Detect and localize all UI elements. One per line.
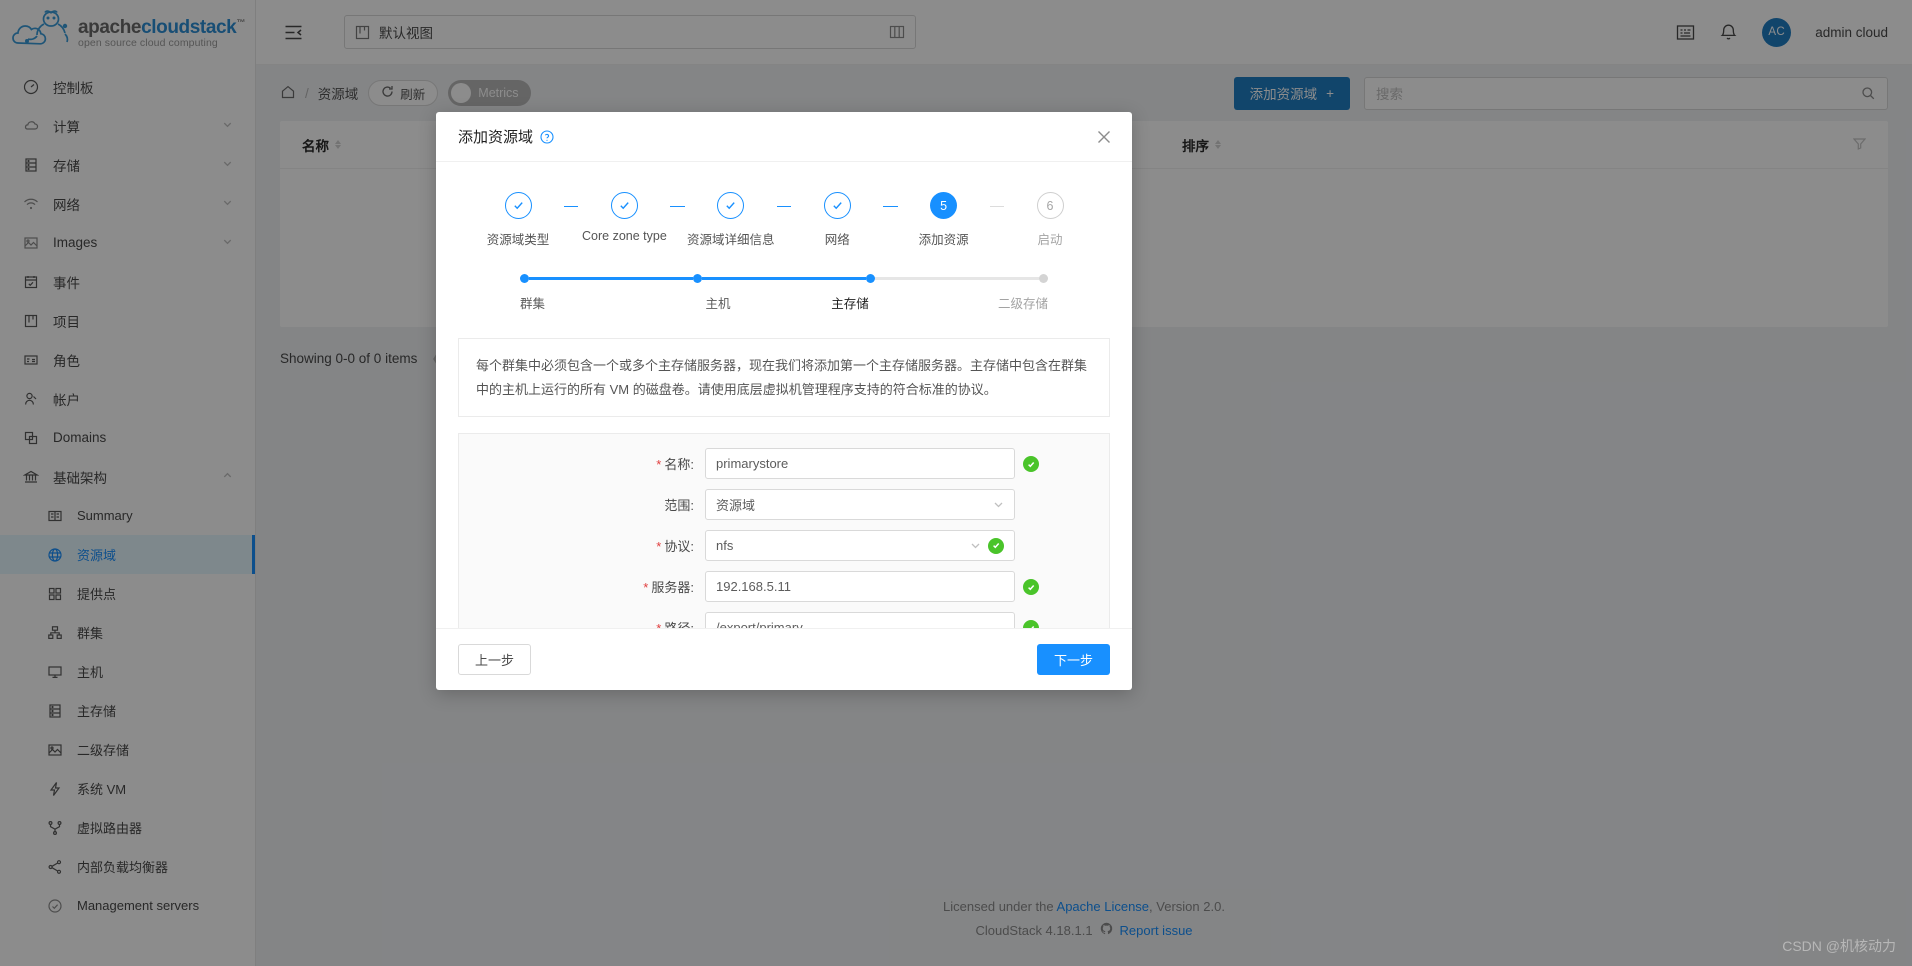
substep-dot-secondary-storage[interactable]: [1039, 274, 1048, 283]
substep-dot-host[interactable]: [693, 274, 702, 283]
substep-label-host: 主机: [705, 297, 731, 311]
form-row-path: *路径: /export/primary: [459, 612, 1109, 628]
protocol-select[interactable]: nfs: [705, 530, 1015, 562]
valid-check-icon: [1023, 456, 1039, 473]
path-input[interactable]: /export/primary: [705, 612, 1039, 628]
primary-storage-form: * 名称: primarystore 范围: 资源域 * 协议: nfs * 服…: [458, 433, 1110, 628]
wizard-stepper: 资源域类型 Core zone type 资源域详细信息 网络 5 添加资源 6…: [458, 184, 1110, 248]
watermark: CSDN @机核动力: [1782, 938, 1896, 954]
valid-check-icon: [1023, 620, 1039, 628]
substep-dot-cluster[interactable]: [520, 274, 529, 283]
step-number: 6: [1036, 192, 1064, 219]
close-icon[interactable]: [1092, 125, 1116, 149]
field-label-server: * 服务器:: [643, 580, 694, 596]
substep-connector: [529, 277, 693, 280]
chevron-down-icon: [970, 540, 981, 551]
step-label: 网络: [824, 233, 850, 247]
protocol-value: nfs: [716, 538, 734, 554]
modal-footer: 上一步 下一步: [436, 628, 1132, 690]
substep-label-primary-storage: 主存储: [831, 297, 869, 311]
required-marker: *: [643, 580, 649, 596]
wizard-step-4[interactable]: 网络: [791, 192, 883, 248]
valid-check-icon: [1023, 579, 1039, 596]
path-value: /export/primary: [716, 620, 803, 628]
substep-label-secondary-storage: 二级存储: [997, 297, 1048, 311]
field-label-protocol: * 协议:: [656, 539, 694, 555]
modal-title: 添加资源域: [458, 129, 534, 146]
server-input[interactable]: 192.168.5.11: [705, 571, 1039, 603]
check-icon: [717, 192, 745, 219]
chevron-down-icon: [993, 499, 1004, 510]
form-row-protocol: * 协议: nfs: [459, 530, 1109, 562]
check-icon: [504, 192, 532, 219]
wizard-step-3[interactable]: 资源域详细信息: [685, 192, 777, 248]
field-label-name: * 名称:: [656, 457, 694, 473]
form-row-server: * 服务器: 192.168.5.11: [459, 571, 1109, 603]
notice-text: 每个群集中必须包含一个或多个主存储服务器，现在我们将添加第一个主存储服务器。主存…: [458, 338, 1110, 418]
wizard-step-6[interactable]: 6 启动: [1004, 192, 1096, 248]
wizard-step-5[interactable]: 5 添加资源: [898, 192, 990, 248]
valid-check-icon: [988, 537, 1004, 554]
check-icon: [823, 192, 851, 219]
substep-labels: 群集 主机 主存储 二级存储: [520, 293, 1048, 312]
step-number: 5: [930, 192, 958, 219]
required-marker: *: [656, 457, 662, 473]
question-circle-icon[interactable]: [540, 129, 554, 144]
scope-select[interactable]: 资源域: [705, 489, 1015, 521]
step-label: 启动: [1037, 233, 1063, 247]
required-marker: *: [656, 539, 662, 555]
add-zone-modal: 添加资源域 资源域类型 Core zone type 资源域详细信息 网络 5 …: [436, 112, 1132, 690]
step-label: 资源域类型: [486, 233, 550, 247]
name-value: primarystore: [716, 456, 789, 472]
substep-connector: [702, 277, 866, 280]
resource-substepper: 群集 主机 主存储 二级存储: [520, 274, 1048, 312]
step-connector: [989, 205, 1005, 207]
form-row-name: * 名称: primarystore: [459, 448, 1109, 480]
modal-body: 资源域类型 Core zone type 资源域详细信息 网络 5 添加资源 6…: [436, 162, 1132, 628]
step-label: 添加资源: [918, 233, 969, 247]
wizard-step-2[interactable]: Core zone type: [578, 192, 670, 243]
previous-button[interactable]: 上一步: [458, 644, 532, 675]
substep-label-cluster: 群集: [520, 297, 546, 311]
next-button[interactable]: 下一步: [1036, 644, 1110, 675]
server-value: 192.168.5.11: [716, 579, 791, 595]
step-label: Core zone type: [582, 229, 667, 243]
field-label-scope: 范围:: [664, 498, 694, 514]
step-connector: [883, 205, 898, 207]
required-marker: *: [656, 621, 661, 628]
substep-connector: [875, 277, 1039, 280]
scope-value: 资源域: [716, 498, 756, 514]
step-connector: [564, 205, 579, 207]
modal-header: 添加资源域: [436, 112, 1132, 162]
check-icon: [610, 192, 638, 219]
name-input[interactable]: primarystore: [705, 448, 1039, 480]
step-connector: [670, 205, 685, 207]
form-row-scope: 范围: 资源域: [459, 489, 1109, 521]
wizard-step-1[interactable]: 资源域类型: [472, 192, 564, 248]
step-connector: [776, 205, 792, 207]
field-label-path: *路径:: [459, 618, 705, 628]
step-label: 资源域详细信息: [687, 233, 775, 247]
application-root: apachecloudstack™ open source cloud comp…: [0, 0, 1912, 966]
substep-track: [520, 274, 1048, 283]
substep-dot-primary-storage[interactable]: [866, 274, 875, 283]
